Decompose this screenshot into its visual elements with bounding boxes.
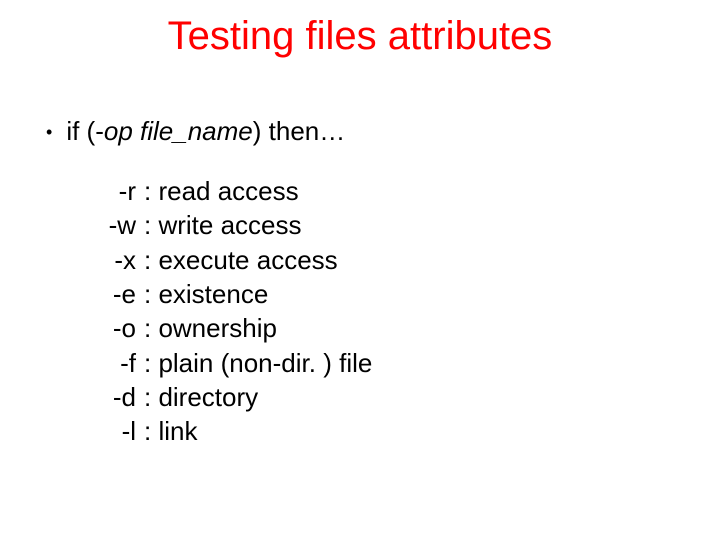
table-row: -o : ownership xyxy=(86,311,372,345)
desc-cell: : ownership xyxy=(144,311,277,345)
table-row: -f : plain (non-dir. ) file xyxy=(86,346,372,380)
desc-cell: : read access xyxy=(144,174,299,208)
bullet-text: if (-op file_name) then… xyxy=(66,116,345,147)
flag-cell: -w xyxy=(86,208,144,242)
flag-cell: -e xyxy=(86,277,144,311)
flag-cell: -r xyxy=(86,174,144,208)
bullet-dot-icon: • xyxy=(46,122,52,143)
table-row: -w : write access xyxy=(86,208,372,242)
table-row: -e : existence xyxy=(86,277,372,311)
table-row: -l : link xyxy=(86,414,372,448)
table-row: -x : execute access xyxy=(86,243,372,277)
flag-cell: -f xyxy=(86,346,144,380)
bullet-suffix: ) then… xyxy=(253,116,346,146)
desc-cell: : existence xyxy=(144,277,268,311)
desc-cell: : directory xyxy=(144,380,258,414)
bullet-filename: file_name xyxy=(133,116,253,146)
desc-cell: : plain (non-dir. ) file xyxy=(144,346,372,380)
desc-cell: : write access xyxy=(144,208,302,242)
slide-title: Testing files attributes xyxy=(0,14,720,59)
flag-cell: -l xyxy=(86,414,144,448)
flag-cell: -o xyxy=(86,311,144,345)
flags-table: -r : read access -w : write access -x : … xyxy=(86,174,372,449)
slide: Testing files attributes • if (-op file_… xyxy=(0,0,720,540)
bullet-line: • if (-op file_name) then… xyxy=(46,116,345,147)
flag-cell: -d xyxy=(86,380,144,414)
desc-cell: : link xyxy=(144,414,197,448)
bullet-prefix: if (- xyxy=(66,116,104,146)
desc-cell: : execute access xyxy=(144,243,338,277)
table-row: -d : directory xyxy=(86,380,372,414)
flag-cell: -x xyxy=(86,243,144,277)
table-row: -r : read access xyxy=(86,174,372,208)
bullet-op: op xyxy=(104,116,133,146)
